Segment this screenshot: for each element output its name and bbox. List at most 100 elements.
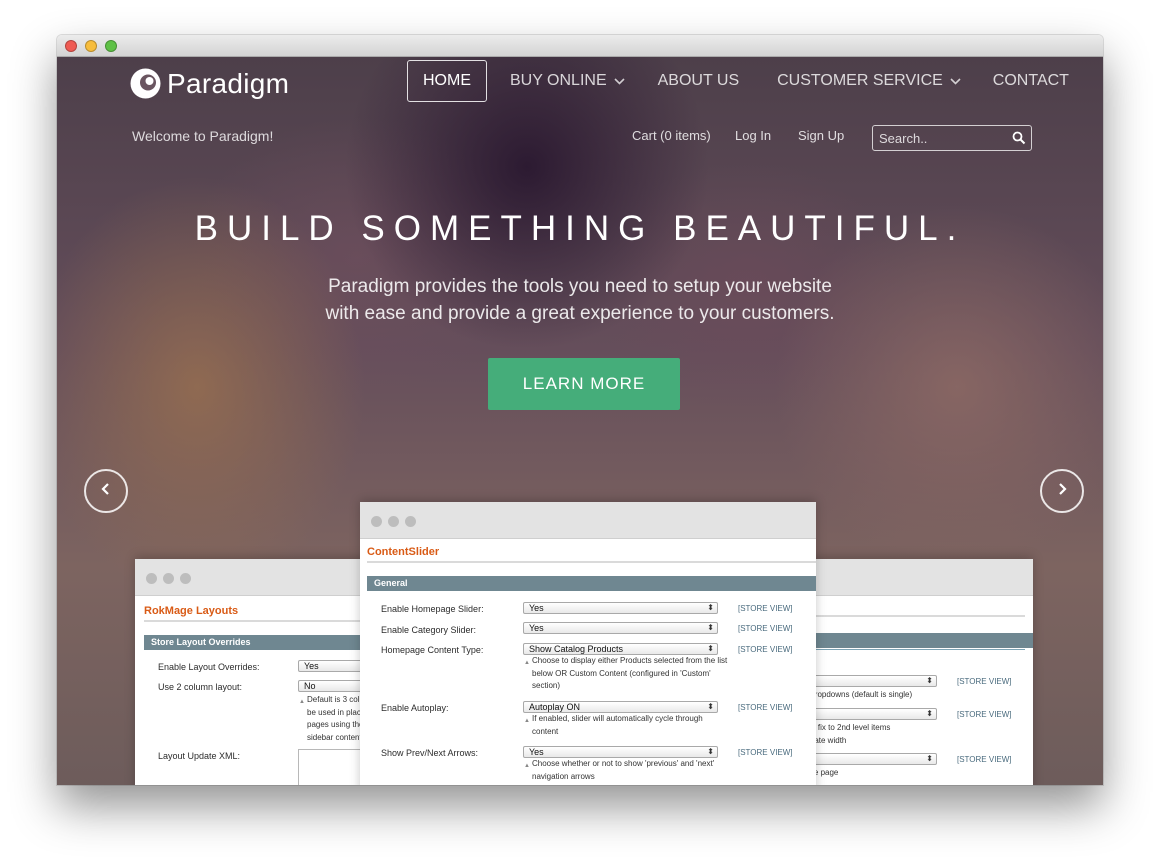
store-view-label: [STORE VIEW] [957, 755, 1012, 764]
select-arrows-icon: ⬍ [707, 603, 714, 612]
window-dot-icon [146, 573, 157, 584]
cart-link[interactable]: Cart (0 items) [632, 128, 711, 143]
store-view-label: [STORE VIEW] [957, 677, 1012, 686]
browser-window: Paradigm HOME BUY ONLINE ABOUT US CUSTOM… [57, 35, 1103, 785]
chevron-left-icon [100, 481, 112, 502]
select-arrows-icon: ⬍ [707, 644, 714, 653]
signup-link[interactable]: Sign Up [798, 128, 844, 143]
window-dot-icon [371, 516, 382, 527]
select-value: Yes [529, 603, 544, 613]
chevron-down-icon [614, 61, 625, 101]
window-titlebar [57, 35, 1103, 57]
field-hint: be used in place [307, 707, 366, 717]
select-value: Show Catalog Products [529, 644, 624, 654]
homepage-slider-select[interactable]: Yes ⬍ [523, 602, 718, 614]
select-arrows-icon: ⬍ [926, 754, 933, 763]
page-content: Paradigm HOME BUY ONLINE ABOUT US CUSTOM… [57, 57, 1103, 785]
site-logo[interactable]: Paradigm [129, 67, 289, 100]
section-header: Store Layout Overrides [144, 635, 375, 650]
field-label: Enable Autoplay: [381, 703, 449, 713]
settings-select[interactable]: ⬍ [797, 753, 937, 765]
paradigm-logo-icon [129, 67, 162, 100]
field-hint: Default is 3 colu [307, 695, 364, 704]
select-value: Autoplay ON [529, 702, 581, 712]
panel-titlebar [797, 559, 1033, 596]
hero-subtitle-line2: with ease and provide a great experience… [325, 303, 835, 324]
field-hint: content [532, 726, 559, 736]
category-slider-select[interactable]: Yes ⬍ [523, 622, 718, 634]
field-label: Enable Homepage Slider: [381, 604, 484, 614]
store-view-label: [STORE VIEW] [738, 645, 793, 654]
hint-arrow-icon: ▲ [524, 660, 530, 666]
content-slider-panel: ContentSlider General Enable Homepage Sl… [360, 502, 816, 785]
field-label: Use 2 column layout: [158, 682, 243, 692]
nav-customer-service[interactable]: CUSTOMER SERVICE [777, 60, 961, 102]
search-box [872, 125, 1032, 151]
slider-prev-button[interactable] [84, 469, 128, 513]
select-arrows-icon: ⬍ [707, 702, 714, 711]
settings-select[interactable]: ⬍ [797, 675, 937, 687]
close-window-button[interactable] [65, 40, 77, 52]
store-view-label: [STORE VIEW] [738, 748, 793, 757]
field-hint: section) [532, 681, 561, 690]
nav-buy-online-label: BUY ONLINE [510, 72, 607, 89]
nav-home-label: HOME [423, 72, 471, 89]
panel-titlebar [135, 559, 375, 596]
field-label: Layout Update XML: [158, 751, 241, 761]
hero-subtitle-line1: Paradigm provides the tools you need to … [328, 276, 832, 297]
field-label: Enable Layout Overrides: [158, 662, 260, 672]
learn-more-button[interactable]: LEARN MORE [488, 358, 680, 410]
field-hint: below OR Custom Content (configured in '… [532, 668, 711, 678]
select-arrows-icon: ⬍ [926, 709, 933, 718]
zoom-window-button[interactable] [105, 40, 117, 52]
prev-next-arrows-select[interactable]: Yes ⬍ [523, 746, 718, 758]
chevron-down-icon [950, 61, 961, 101]
divider [797, 649, 1025, 650]
section-header: General [367, 576, 816, 591]
window-dot-icon [180, 573, 191, 584]
nav-about-us[interactable]: ABOUT US [658, 60, 740, 102]
nav-customer-service-label: CUSTOMER SERVICE [777, 72, 943, 89]
panel-titlebar [360, 502, 816, 539]
window-dot-icon [163, 573, 174, 584]
hint-arrow-icon: ▲ [524, 718, 530, 724]
minimize-window-button[interactable] [85, 40, 97, 52]
site-name: Paradigm [167, 67, 290, 99]
store-view-label: [STORE VIEW] [957, 710, 1012, 719]
hint-arrow-icon: ▲ [524, 763, 530, 769]
window-dot-icon [405, 516, 416, 527]
right-settings-panel: ⬍ [STORE VIEW] mn dropdowns (default is … [797, 559, 1033, 785]
hero-subtitle: Paradigm provides the tools you need to … [277, 273, 883, 327]
field-hint: If enabled, slider will automatically cy… [532, 714, 703, 723]
field-label: Homepage Content Type: [381, 645, 484, 655]
select-value: Yes [529, 747, 544, 757]
login-link[interactable]: Log In [735, 128, 771, 143]
slider-next-button[interactable] [1040, 469, 1084, 513]
autoplay-select[interactable]: Autoplay ON ⬍ [523, 701, 718, 713]
chevron-right-icon [1056, 481, 1068, 502]
nav-contact[interactable]: CONTACT [993, 60, 1069, 102]
nav-buy-online[interactable]: BUY ONLINE [510, 60, 625, 102]
nav-contact-label: CONTACT [992, 72, 1069, 89]
field-hint: navigation arrows [532, 771, 595, 781]
search-icon[interactable] [1012, 131, 1026, 150]
divider [144, 620, 375, 622]
window-dot-icon [388, 516, 399, 527]
hero-title: BUILD SOMETHING BEAUTIFUL. [194, 209, 966, 248]
main-nav: HOME BUY ONLINE ABOUT US CUSTOMER SERVIC… [407, 60, 1069, 102]
content-type-select[interactable]: Show Catalog Products ⬍ [523, 643, 718, 655]
nav-home[interactable]: HOME [407, 60, 487, 102]
select-arrows-icon: ⬍ [926, 676, 933, 685]
panel-title: ContentSlider [367, 546, 440, 558]
panel-title: RokMage Layouts [144, 605, 239, 617]
divider [797, 615, 1025, 617]
field-label: Show Prev/Next Arrows: [381, 748, 479, 758]
select-value: Yes [529, 623, 544, 633]
select-arrows-icon: ⬍ [707, 623, 714, 632]
divider [367, 561, 816, 563]
store-view-label: [STORE VIEW] [738, 703, 793, 712]
settings-select[interactable]: ⬍ [797, 708, 937, 720]
search-input[interactable] [873, 126, 1008, 150]
store-view-label: [STORE VIEW] [738, 624, 793, 633]
rokmage-layouts-panel: RokMage Layouts Store Layout Overrides E… [135, 559, 375, 785]
